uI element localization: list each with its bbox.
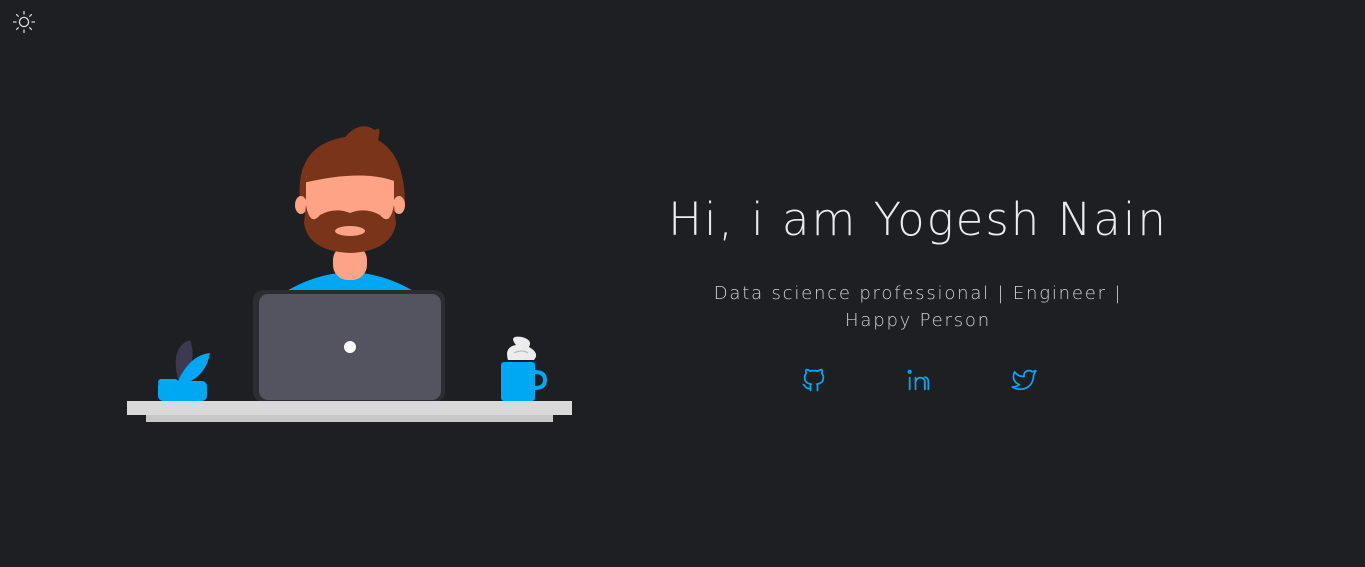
plant-pot-rim [158, 379, 178, 385]
hero: Hi, i am Yogesh Nain Data science profes… [618, 190, 1218, 334]
twitter-icon [1011, 369, 1037, 391]
desk-top [127, 401, 572, 415]
github-link[interactable] [796, 362, 832, 398]
page: Hi, i am Yogesh Nain Data science profes… [0, 0, 1365, 567]
theme-toggle-button[interactable] [11, 9, 37, 35]
developer-illustration [127, 126, 572, 422]
github-icon [802, 368, 825, 392]
hero-subtitle: Data science professional | Engineer | H… [713, 283, 1123, 331]
mug [501, 362, 535, 401]
right-ear [393, 196, 405, 214]
desk-shadow [146, 415, 553, 422]
sun-icon [12, 10, 36, 34]
left-ear [295, 196, 307, 214]
mug-handle [534, 370, 548, 390]
tissue [507, 336, 537, 360]
linkedin-link[interactable] [901, 362, 937, 398]
social-links [790, 362, 1050, 398]
laptop-logo [344, 341, 356, 353]
twitter-link[interactable] [1006, 362, 1042, 398]
mouth [335, 226, 365, 236]
hero-title: Hi, i am Yogesh Nain [668, 193, 1168, 246]
linkedin-icon [907, 369, 930, 391]
